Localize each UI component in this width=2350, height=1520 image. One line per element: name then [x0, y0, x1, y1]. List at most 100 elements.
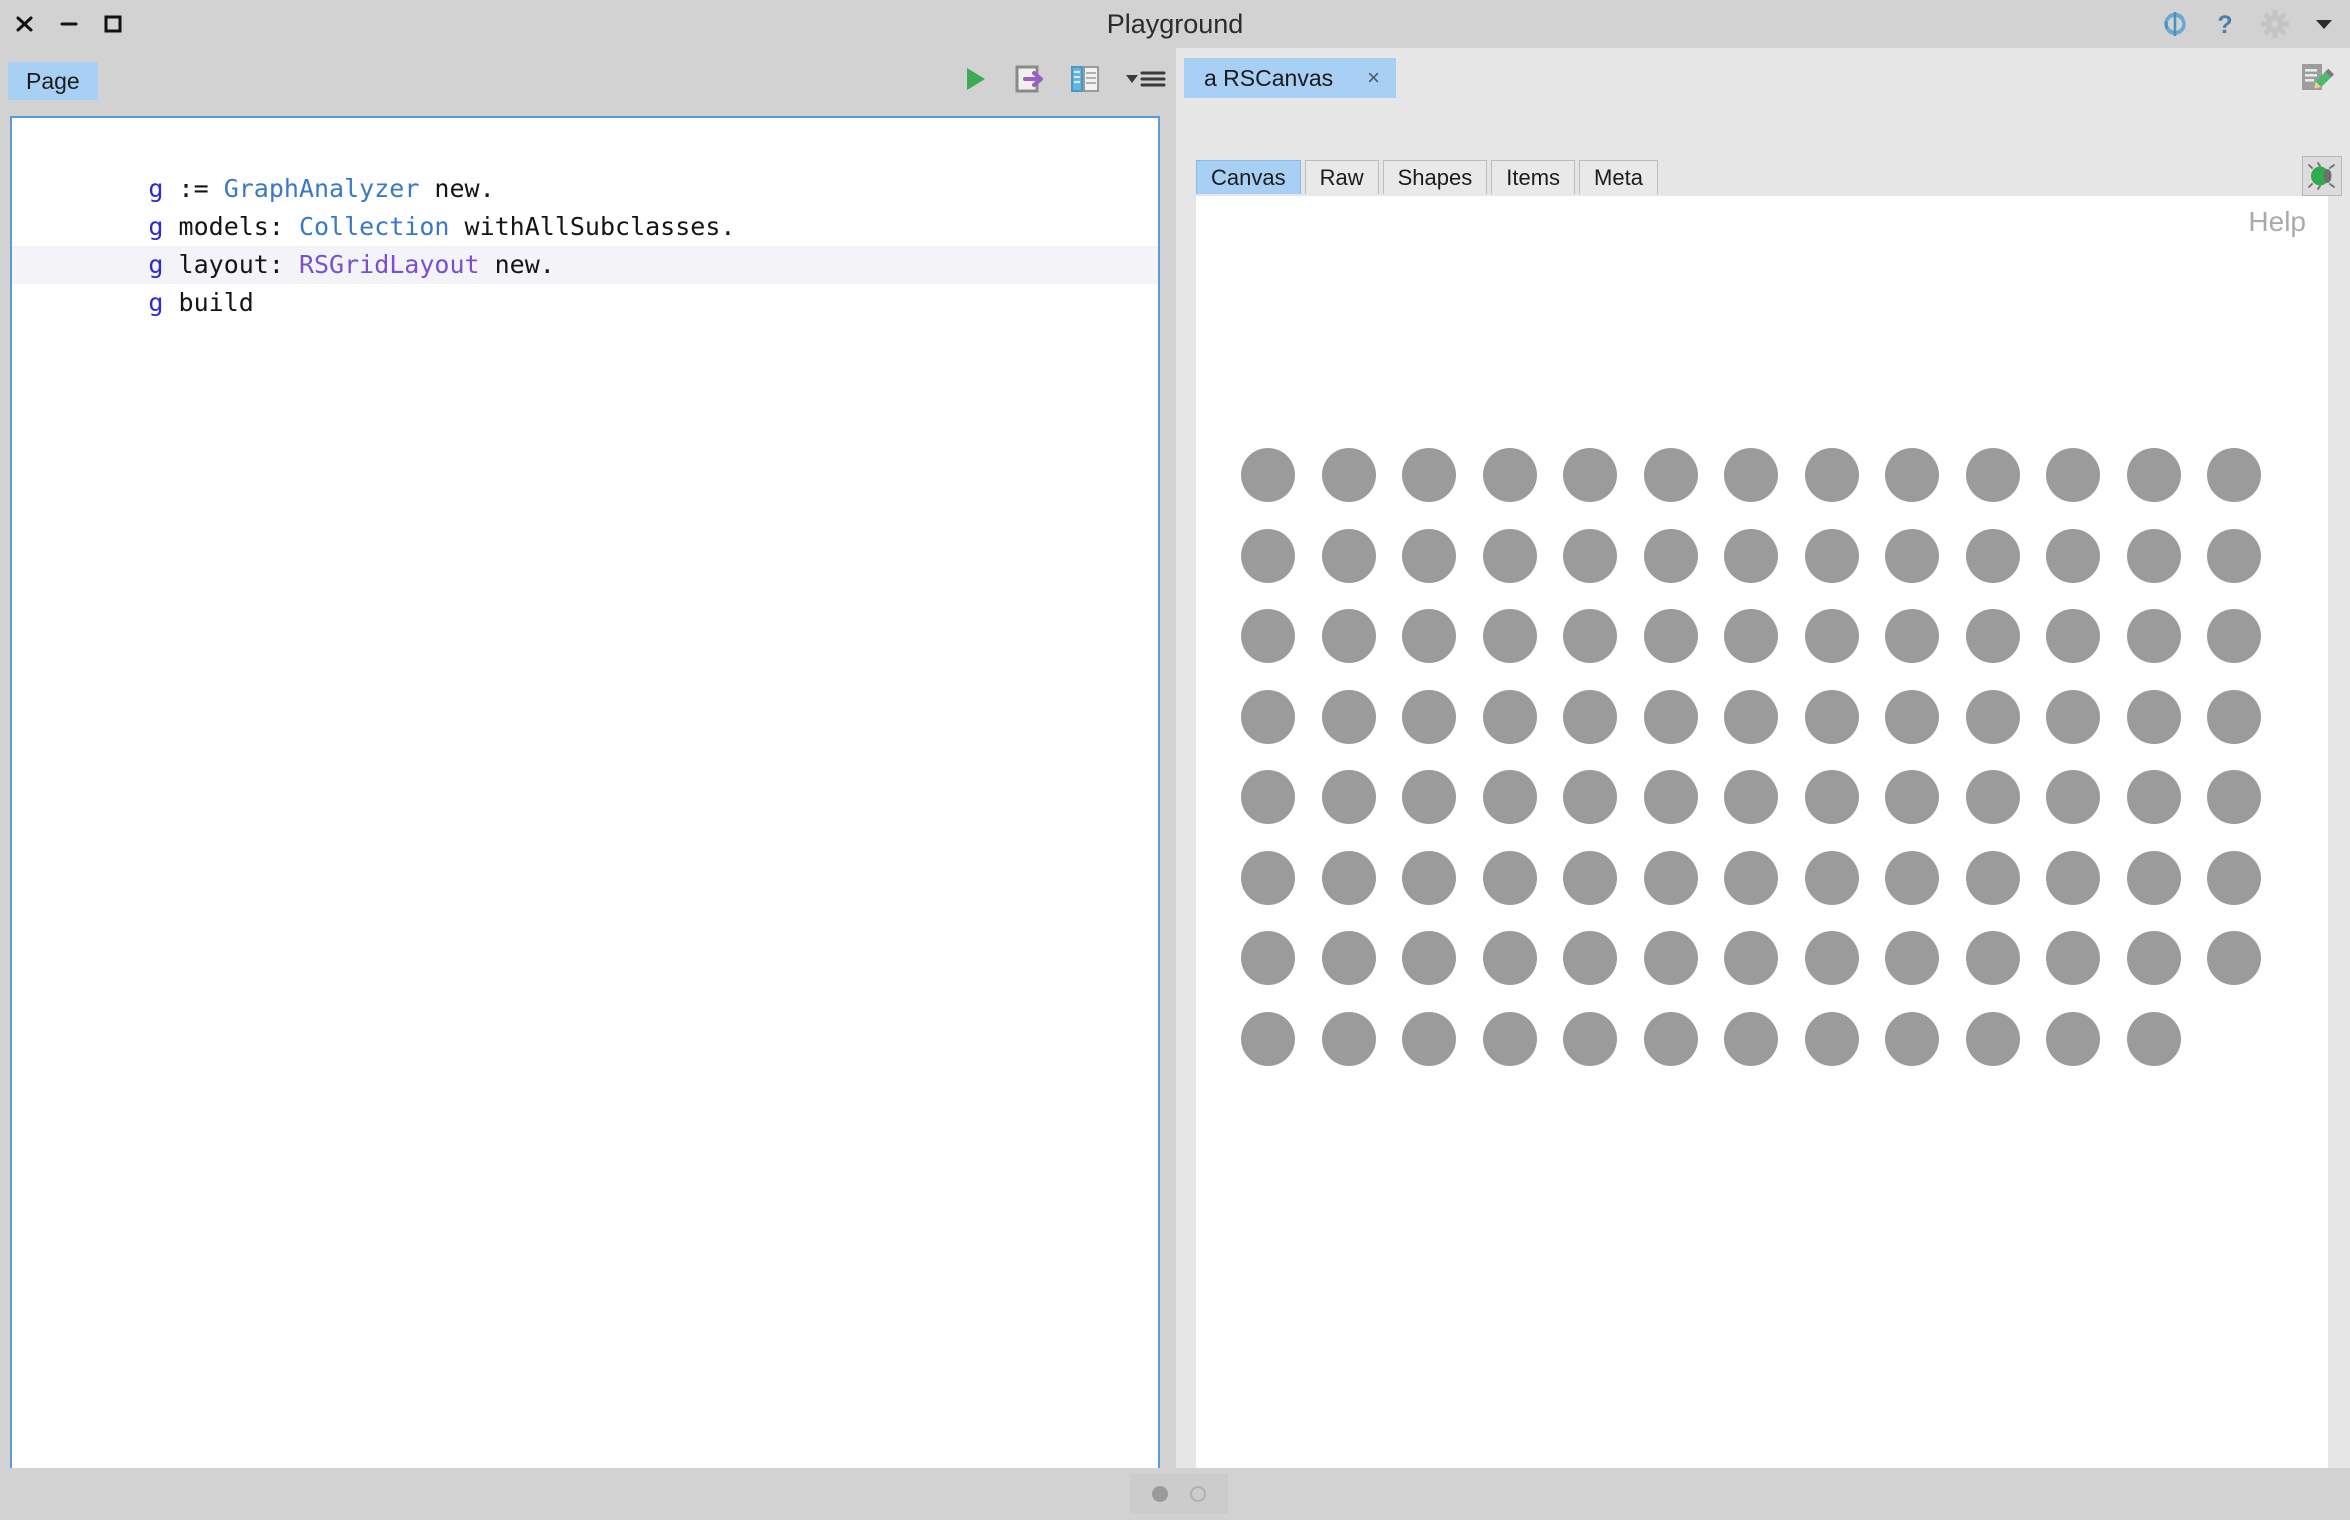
node-circle[interactable]: [1321, 528, 1376, 583]
page-dot-1[interactable]: [1152, 1486, 1168, 1502]
node-circle[interactable]: [1724, 770, 1778, 824]
node-circle[interactable]: [1321, 448, 1376, 502]
visualization-canvas[interactable]: Help: [1196, 196, 2328, 1498]
node-circle[interactable]: [1804, 528, 1859, 583]
node-circle[interactable]: [1482, 770, 1537, 824]
node-circle[interactable]: [2207, 528, 2261, 583]
node-circle[interactable]: [1241, 770, 1295, 824]
node-circle[interactable]: [2126, 609, 2181, 663]
node-circle[interactable]: [1885, 689, 1939, 744]
menu-icon[interactable]: [1124, 65, 1166, 93]
subtab-items[interactable]: Items: [1491, 160, 1576, 194]
node-circle[interactable]: [2207, 609, 2261, 663]
node-circle[interactable]: [1321, 1011, 1376, 1066]
node-circle[interactable]: [1563, 931, 1617, 985]
node-circle[interactable]: [1321, 850, 1376, 905]
node-circle[interactable]: [1563, 850, 1617, 905]
node-circle[interactable]: [2046, 689, 2100, 744]
node-circle[interactable]: [1402, 448, 1456, 502]
green-bug-icon[interactable]: [2302, 156, 2342, 196]
node-circle[interactable]: [1885, 1011, 1939, 1066]
node-circle[interactable]: [1241, 528, 1295, 583]
node-circle[interactable]: [1965, 448, 2020, 502]
node-circle[interactable]: [1321, 770, 1376, 824]
node-circle[interactable]: [2046, 1011, 2100, 1066]
node-circle[interactable]: [1321, 609, 1376, 663]
node-circle[interactable]: [1241, 931, 1295, 985]
node-circle[interactable]: [1563, 609, 1617, 663]
node-circle[interactable]: [1402, 1011, 1456, 1066]
node-circle[interactable]: [1402, 931, 1456, 985]
node-circle[interactable]: [1563, 1011, 1617, 1066]
node-circle[interactable]: [1804, 689, 1859, 744]
node-circle[interactable]: [1724, 448, 1778, 502]
node-circle[interactable]: [1804, 770, 1859, 824]
subtab-raw[interactable]: Raw: [1304, 160, 1379, 194]
node-circle[interactable]: [1804, 850, 1859, 905]
node-circle[interactable]: [1241, 1011, 1295, 1066]
tab-a-rscanvas[interactable]: a RSCanvas ×: [1184, 58, 1396, 98]
close-icon[interactable]: ×: [1367, 67, 1380, 89]
node-circle[interactable]: [1885, 931, 1939, 985]
node-circle[interactable]: [1965, 1011, 2020, 1066]
node-circle[interactable]: [1804, 609, 1859, 663]
node-circle[interactable]: [1482, 528, 1537, 583]
node-circle[interactable]: [2207, 850, 2261, 905]
node-circle[interactable]: [1482, 931, 1537, 985]
tab-page[interactable]: Page: [8, 62, 98, 100]
node-circle[interactable]: [1321, 931, 1376, 985]
node-circle[interactable]: [1643, 448, 1698, 502]
node-circle[interactable]: [2126, 448, 2181, 502]
node-circle[interactable]: [1241, 689, 1295, 744]
node-circle[interactable]: [2207, 931, 2261, 985]
node-circle[interactable]: [1643, 931, 1698, 985]
node-circle[interactable]: [2207, 448, 2261, 502]
node-circle[interactable]: [1482, 1011, 1537, 1066]
node-circle[interactable]: [2207, 689, 2261, 744]
node-circle[interactable]: [1885, 770, 1939, 824]
node-circle[interactable]: [1643, 1011, 1698, 1066]
node-circle[interactable]: [1402, 850, 1456, 905]
subtab-shapes[interactable]: Shapes: [1382, 160, 1488, 194]
node-circle[interactable]: [1724, 850, 1778, 905]
document-pencil-icon[interactable]: [2296, 60, 2336, 103]
node-circle[interactable]: [1482, 689, 1537, 744]
node-circle[interactable]: [1643, 689, 1698, 744]
node-circle[interactable]: [1482, 850, 1537, 905]
node-circle[interactable]: [1965, 850, 2020, 905]
node-circle[interactable]: [1563, 448, 1617, 502]
node-circle[interactable]: [1563, 689, 1617, 744]
inspect-icon[interactable]: [1070, 64, 1100, 94]
node-circle[interactable]: [1885, 528, 1939, 583]
node-circle[interactable]: [1724, 931, 1778, 985]
node-circle[interactable]: [1965, 609, 2020, 663]
node-circle[interactable]: [1885, 850, 1939, 905]
node-circle[interactable]: [1241, 850, 1295, 905]
node-circle[interactable]: [1643, 770, 1698, 824]
node-circle[interactable]: [1563, 770, 1617, 824]
node-circle[interactable]: [1643, 528, 1698, 583]
node-circle[interactable]: [1724, 689, 1778, 744]
gear-icon[interactable]: [2260, 9, 2290, 39]
node-circle[interactable]: [1643, 850, 1698, 905]
node-circle[interactable]: [1563, 528, 1617, 583]
node-circle[interactable]: [1804, 1011, 1859, 1066]
node-circle[interactable]: [1482, 448, 1537, 502]
node-circle[interactable]: [1965, 528, 2020, 583]
node-circle[interactable]: [1241, 448, 1295, 502]
node-circle[interactable]: [2046, 931, 2100, 985]
node-circle[interactable]: [2046, 609, 2100, 663]
node-circle[interactable]: [1724, 528, 1778, 583]
node-circle[interactable]: [1643, 609, 1698, 663]
node-circle[interactable]: [2046, 850, 2100, 905]
node-circle[interactable]: [2126, 1011, 2181, 1066]
code-editor[interactable]: g := GraphAnalyzer new. g models: Collec…: [10, 116, 1160, 1476]
node-circle[interactable]: [1241, 609, 1295, 663]
node-circle[interactable]: [1402, 528, 1456, 583]
sync-icon[interactable]: [2160, 9, 2190, 39]
node-circle[interactable]: [1885, 448, 1939, 502]
node-circle[interactable]: [2126, 850, 2181, 905]
node-circle[interactable]: [1724, 609, 1778, 663]
help-question-icon[interactable]: ?: [2212, 9, 2238, 39]
node-circle[interactable]: [1402, 689, 1456, 744]
